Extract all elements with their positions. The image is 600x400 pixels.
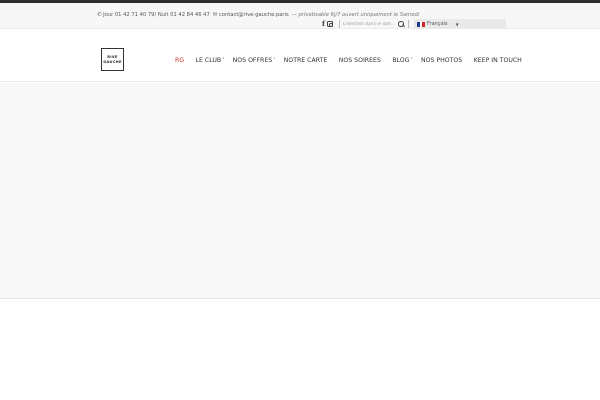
search-input[interactable] bbox=[343, 19, 396, 29]
hero-area bbox=[0, 83, 600, 299]
language-selector[interactable]: Français ▼ bbox=[414, 19, 507, 29]
nav-item-label: NOS OFFRES bbox=[232, 57, 273, 64]
submenu-indicator-icon: ▾ bbox=[410, 56, 413, 60]
email-link[interactable]: contact@rive-gauche.paris bbox=[219, 12, 289, 18]
phone-icon: ✆ bbox=[97, 12, 102, 18]
facebook-icon[interactable]: f bbox=[322, 20, 325, 28]
page: ✆ Jour 01 42 71 40 79/ Nuit 01 42 84 46 … bbox=[0, 0, 600, 400]
main-nav: RG LE CLUB ▾ NOS OFFRES ▾ NOTRE CARTE NOS … bbox=[175, 56, 533, 64]
phone-numbers: Jour 01 42 71 40 79/ Nuit 01 42 84 46 47 bbox=[103, 12, 210, 18]
nav-item-nos-photos[interactable]: NOS PHOTOS bbox=[421, 57, 462, 64]
logo-line-2: GAUCHE bbox=[103, 59, 122, 64]
chevron-down-icon: ▼ bbox=[455, 21, 459, 27]
site-logo[interactable]: RIVE GAUCHE bbox=[101, 48, 124, 71]
nav-item-blog[interactable]: BLOG ▾ bbox=[392, 56, 412, 64]
social-links: f bbox=[322, 20, 334, 28]
flag-stripe-red bbox=[422, 21, 426, 27]
language-label: Français bbox=[427, 21, 448, 27]
submenu-indicator-icon: ▾ bbox=[222, 56, 225, 60]
search-icon[interactable] bbox=[397, 20, 405, 29]
nav-item-rg[interactable]: RG bbox=[175, 57, 184, 64]
nav-item-label: LE CLUB bbox=[195, 57, 222, 64]
nav-item-label: BLOG bbox=[392, 57, 410, 64]
nav-item-keep-in-touch[interactable]: KEEP IN TOUCH bbox=[474, 57, 522, 64]
envelope-icon: ✉ bbox=[212, 12, 218, 18]
site-header: RIVE GAUCHE RG LE CLUB ▾ NOS OFFRES ▾ NOTR… bbox=[0, 30, 600, 82]
topbar-tools: f Français ▼ bbox=[322, 18, 507, 30]
topbar: ✆ Jour 01 42 71 40 79/ Nuit 01 42 84 46 … bbox=[0, 3, 600, 29]
nav-item-nos-soirees[interactable]: NOS SOIREES bbox=[339, 57, 381, 64]
nav-item-notre-carte[interactable]: NOTRE CARTE bbox=[284, 57, 328, 64]
instagram-icon[interactable] bbox=[327, 21, 334, 27]
nav-item-le-club[interactable]: LE CLUB ▾ bbox=[195, 56, 225, 64]
divider bbox=[408, 20, 410, 28]
french-flag-icon bbox=[417, 21, 426, 27]
nav-item-nos-offres[interactable]: NOS OFFRES ▾ bbox=[232, 56, 276, 64]
divider bbox=[339, 20, 341, 28]
submenu-indicator-icon: ▾ bbox=[273, 56, 276, 60]
